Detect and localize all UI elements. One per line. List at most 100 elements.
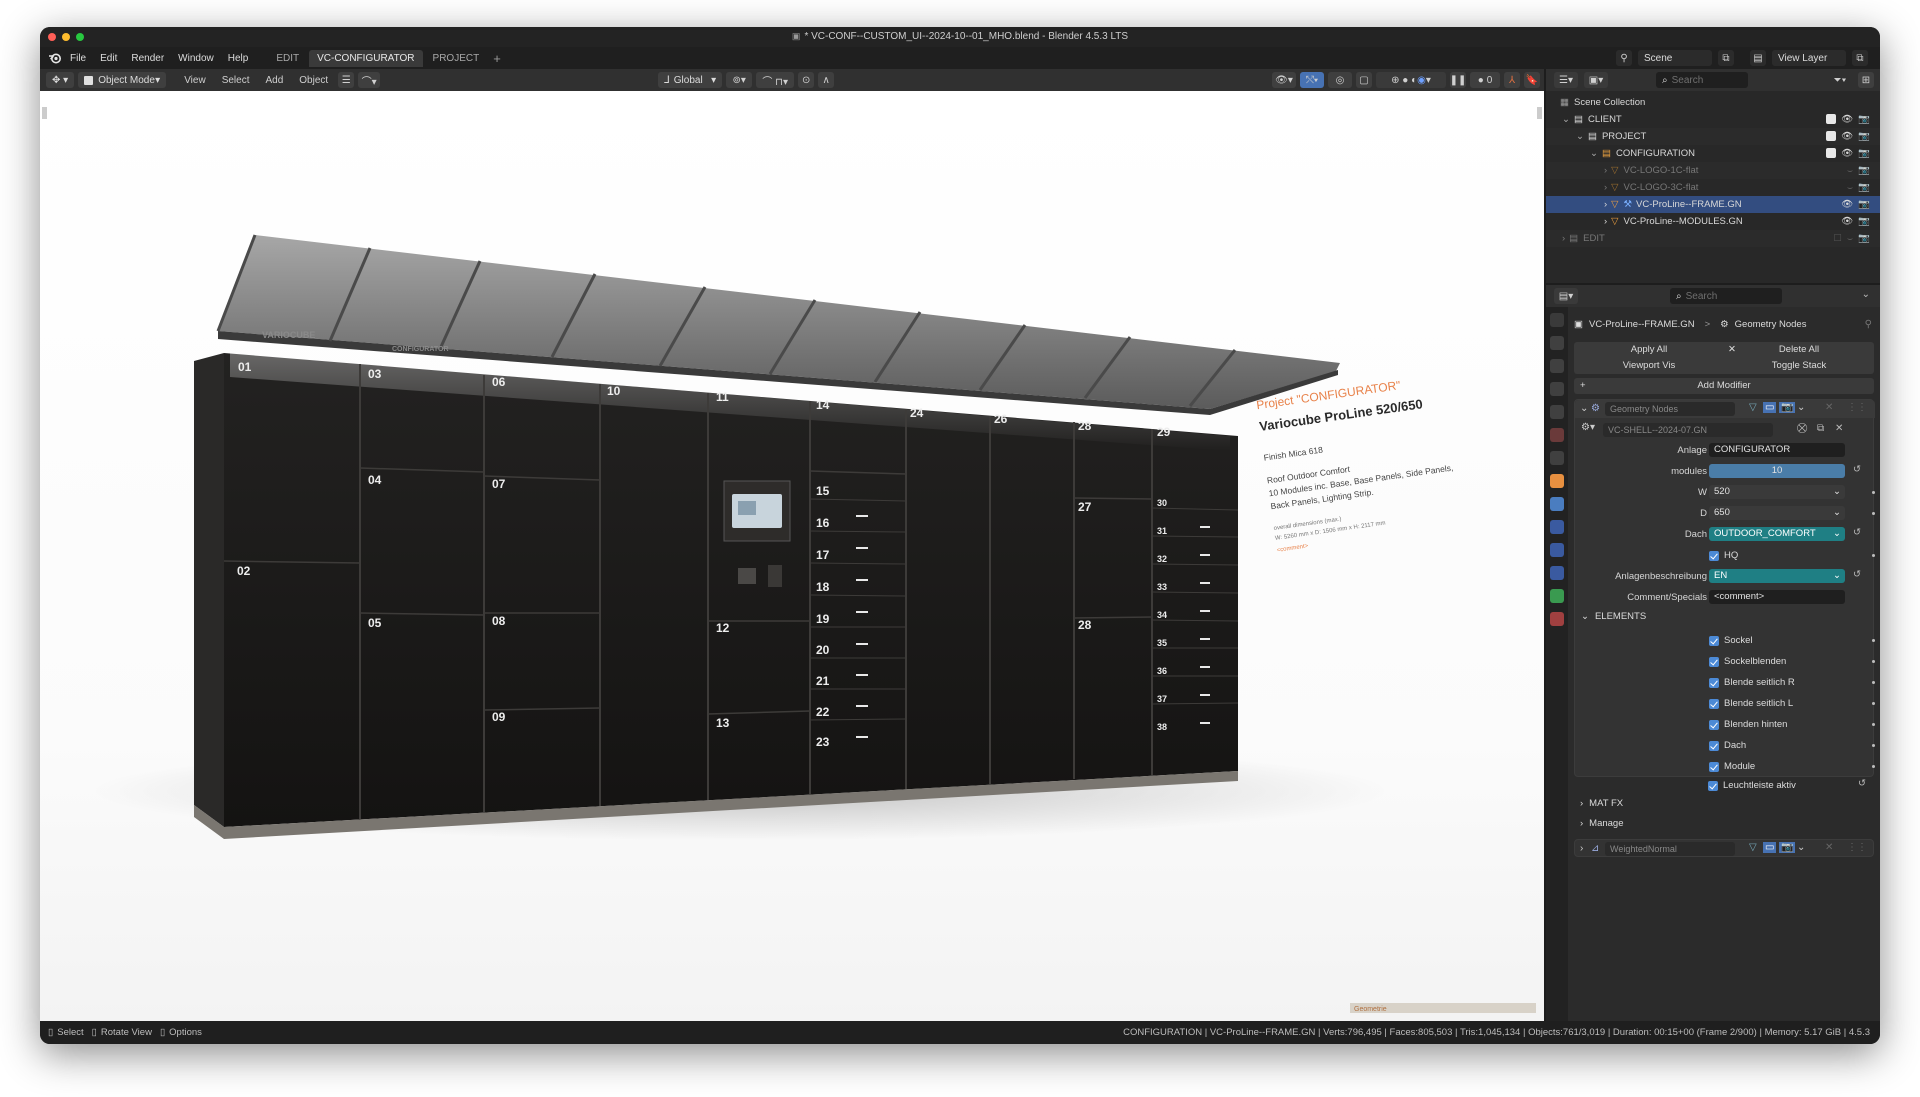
anlagenbeschreibung-dropdown[interactable]: EN ⌄ [1709,569,1845,583]
comment-input[interactable]: <comment> [1709,590,1845,604]
sidebar-handle[interactable] [1537,107,1542,119]
modules-slider[interactable]: 10 [1709,464,1845,478]
reset-icon[interactable]: ↺ [1858,778,1866,789]
close-icon[interactable]: ✕ [1825,842,1833,853]
3d-viewport[interactable]: VARIOCUBE CONFIGURATOR 01 02 03 04 05 06… [40,91,1544,1021]
scene-icon[interactable]: ⚲ [1616,50,1632,66]
overlay-icon[interactable]: ◎ [1328,72,1352,88]
manage-subpanel-header[interactable]: › Manage [1580,818,1624,829]
camera-icon[interactable]: 📷 [1858,131,1870,142]
weighted-normal-name-field[interactable]: WeightedNormal [1605,842,1735,856]
filter-icon[interactable]: ⏷▾ [1828,72,1852,88]
eye-icon[interactable]: 👁 [1841,131,1853,142]
element-checkbox-row[interactable]: Sockel [1709,632,1753,649]
outliner-search[interactable]: ⌕ Search [1656,72,1748,88]
reset-icon[interactable]: ↺ [1853,527,1861,538]
element-checkbox[interactable] [1708,780,1718,791]
outliner-row[interactable]: ⌄ ▤ CONFIGURATION 👁 📷 [1546,145,1880,162]
world-tab-icon[interactable] [1550,428,1564,442]
axis-gizmo-icon[interactable]: ⅄ [1504,72,1520,88]
bookmark-icon[interactable]: 🔖 [1524,72,1540,88]
chevron-down-icon[interactable]: ⌄ [1862,289,1870,300]
element-checkbox[interactable] [1709,677,1719,688]
outliner-editor-type-icon[interactable]: ☰▾ [1554,72,1578,88]
camera-icon[interactable]: 📷 [1858,148,1870,159]
delete-all-button[interactable]: ✕ Delete All [1724,342,1874,358]
menu-edit[interactable]: Edit [100,53,117,64]
keyframe-dot[interactable] [1872,512,1875,515]
hamburger-icon[interactable]: ☰ [338,72,355,88]
element-checkbox[interactable] [1709,635,1719,646]
eye-closed-icon[interactable]: ⌣ [1847,233,1853,244]
menu-file[interactable]: File [70,53,86,64]
keyframe-dot[interactable] [1872,702,1875,705]
pin-icon[interactable]: ⚲ [1865,319,1872,330]
modifier-name-field[interactable]: Geometry Nodes [1605,402,1735,416]
orientation-dropdown[interactable]: ⅃ Global ▾ [658,72,723,88]
snap-icon[interactable]: ⌒▾ [358,72,381,88]
gizmo-icon[interactable]: ⤲▾ [1300,72,1324,88]
tool-tab-icon[interactable] [1550,313,1564,327]
eye-icon[interactable]: 👁 [1841,148,1853,159]
data-tab-icon[interactable] [1550,589,1564,603]
keyframe-dot[interactable] [1872,554,1875,557]
menu-render[interactable]: Render [131,53,164,64]
camera-icon[interactable]: 📷 [1858,165,1870,176]
element-checkbox-row[interactable]: Module [1709,758,1755,775]
output-tab-icon[interactable] [1550,359,1564,373]
workspace-tab-edit[interactable]: EDIT [268,50,307,67]
outliner-row[interactable]: ⌄ ▤ CLIENT 👁 📷 [1546,111,1880,128]
render-display-icon[interactable]: 📷 [1779,402,1796,413]
element-checkbox[interactable] [1709,761,1719,772]
object-mode-dropdown[interactable]: Object Mode ▾ [78,72,167,88]
snapping-icon[interactable]: ⌒ ⊓▾ [756,72,795,88]
reset-icon[interactable]: ↺ [1853,464,1861,475]
outliner-row[interactable]: › ▤ EDIT ☐ ⌣ 📷 [1546,230,1880,247]
xray-icon[interactable]: ▢ [1356,72,1372,88]
pivot-icon[interactable]: ⊚▾ [726,72,753,88]
duplicate-icon[interactable]: ⧉ [1817,423,1824,434]
view-layer-tab-icon[interactable] [1550,382,1564,396]
visibility-icon[interactable]: 👁▾ [1272,72,1296,88]
element-checkbox-row[interactable]: Blende seitlich R [1709,674,1795,691]
add-workspace-button[interactable]: + [493,51,501,66]
display-mode-icon[interactable]: ▣▾ [1584,72,1608,88]
outliner-row[interactable]: › ▽ VC-LOGO-1C-flat ⌣ 📷 [1546,162,1880,179]
outliner-row-selected[interactable]: › ▽ ⚒ VC-ProLine--FRAME.GN 👁 📷 [1546,196,1880,213]
render-display-icon[interactable]: 📷 [1779,842,1796,853]
toolbar-handle[interactable] [42,107,47,119]
camera-icon[interactable]: 📷 [1858,233,1870,244]
workspace-tab-vc-configurator[interactable]: VC-CONFIGURATOR [309,49,423,67]
chevron-down-icon[interactable]: ⌄ [1797,842,1805,853]
properties-search[interactable]: ⌕ Search [1670,288,1782,304]
element-checkbox-row[interactable]: Blenden hinten [1709,716,1787,733]
drag-handle-icon[interactable]: ⋮⋮ [1847,842,1867,853]
viewport-display-icon[interactable]: ▭ [1763,842,1777,853]
falloff-icon[interactable]: ∧ [818,72,835,88]
keyframe-dot[interactable] [1872,681,1875,684]
outliner-row[interactable]: ▦ Scene Collection [1546,94,1880,111]
elements-subpanel-header[interactable]: ⌄ ELEMENTS [1581,611,1646,622]
view-layer-field[interactable]: View Layer [1772,50,1846,66]
keyframe-dot[interactable] [1872,723,1875,726]
scene-tab-icon[interactable] [1550,405,1564,419]
exclude-checkbox[interactable] [1826,114,1837,124]
select-menu[interactable]: Select [216,75,256,86]
element-checkbox-row[interactable]: Sockelblenden [1709,653,1786,670]
properties-editor-type-icon[interactable]: ▤▾ [1554,288,1578,304]
menu-window[interactable]: Window [178,53,214,64]
new-scene-icon[interactable]: ⧉ [1718,50,1734,66]
mat-fx-subpanel-header[interactable]: › MAT FX [1580,798,1623,809]
view-layer-icon[interactable]: ▤ [1750,50,1766,66]
eye-icon[interactable]: 👁 [1841,114,1853,125]
element-checkbox-row[interactable]: Blende seitlich L [1709,695,1793,712]
material-tab-icon[interactable] [1550,612,1564,626]
fake-user-icon[interactable]: ⛒ [1797,423,1807,434]
outliner-row[interactable]: › ▽ VC-ProLine--MODULES.GN 👁 📷 [1546,213,1880,230]
pause-render-icon[interactable]: ❚❚ [1450,72,1466,88]
eye-closed-icon[interactable]: ⌣ [1847,182,1853,193]
chevron-down-icon[interactable]: ⌄ [1797,402,1805,413]
constraints-tab-icon[interactable] [1550,566,1564,580]
keyframe-dot[interactable] [1872,639,1875,642]
camera-icon[interactable]: 📷 [1858,216,1870,227]
